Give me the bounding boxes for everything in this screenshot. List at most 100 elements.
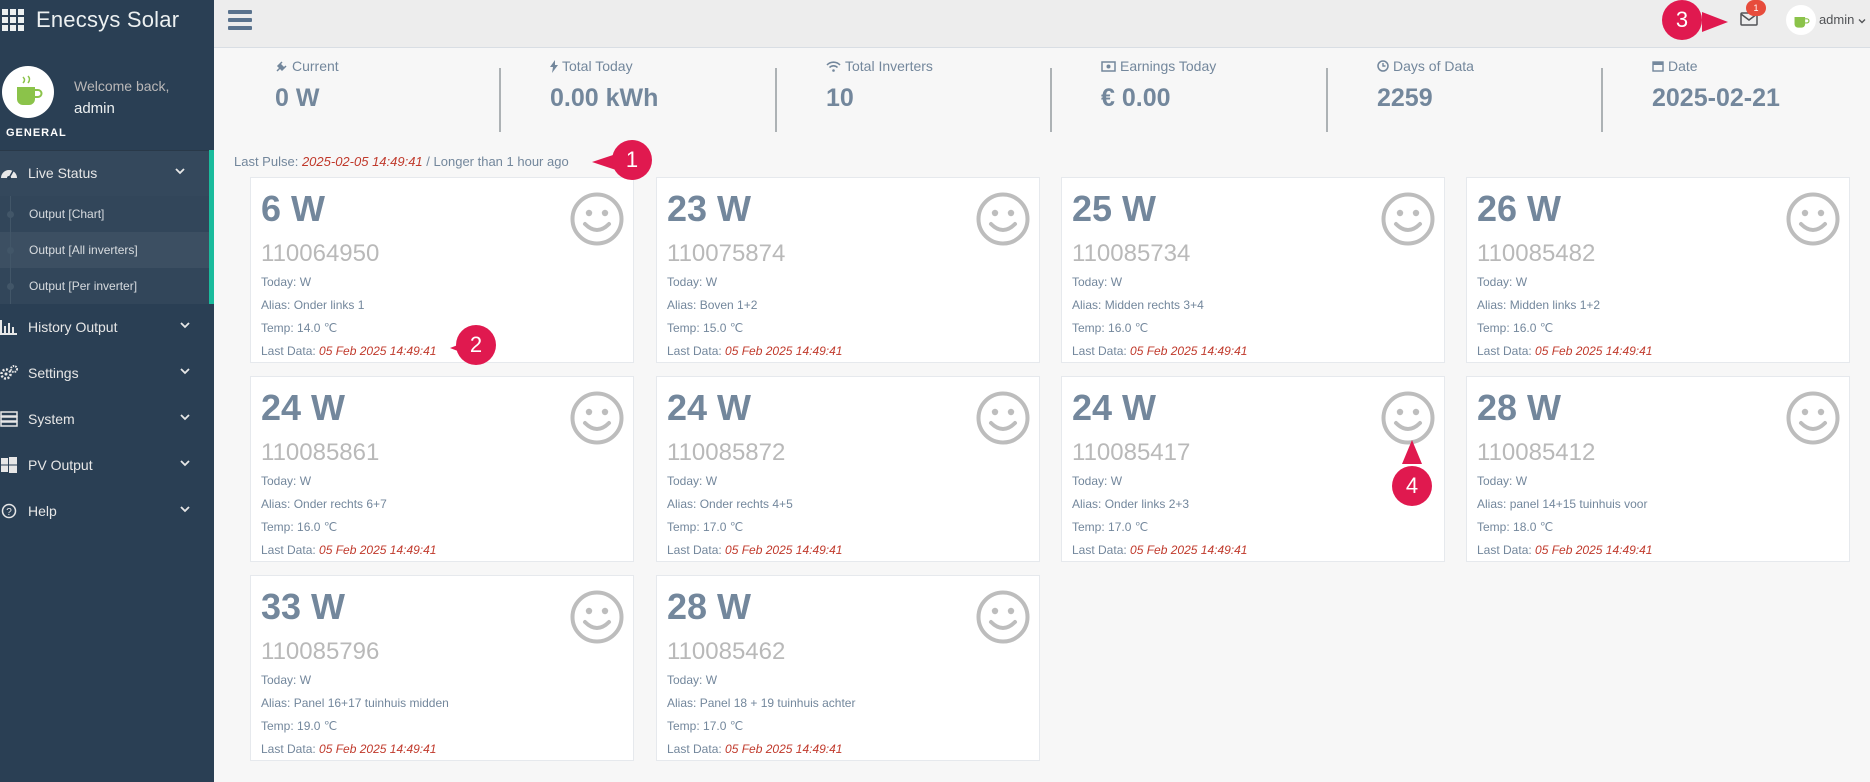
inverter-serial: 110085734 bbox=[1072, 240, 1191, 267]
chevron-down-icon bbox=[180, 322, 190, 329]
alias-value: Midden links 1+2 bbox=[1509, 298, 1601, 312]
inverter-today: Today: W bbox=[667, 275, 718, 289]
inverter-last-data: Last Data: 05 Feb 2025 14:49:41 bbox=[667, 543, 842, 557]
smiley-icon bbox=[570, 590, 624, 644]
stat-value: 10 bbox=[826, 84, 854, 112]
divider bbox=[1326, 68, 1328, 132]
pulse-label: Last Pulse: bbox=[234, 154, 299, 169]
live-status-submenu: Output [Chart] Output [All inverters] Ou… bbox=[0, 196, 214, 304]
temp-label: Temp: bbox=[261, 520, 294, 534]
inverter-today: Today: W bbox=[1477, 474, 1528, 488]
stats-row: Current 0 W Total Today 0.00 kWh Total I… bbox=[214, 48, 1870, 148]
sidebar: Enecsys Solar Welcome back, admin GENERA… bbox=[0, 0, 214, 782]
inverter-power: 28 W bbox=[667, 586, 752, 627]
coffee-cup-icon bbox=[17, 75, 43, 105]
temp-label: Temp: bbox=[1072, 321, 1105, 335]
inverter-alias: Alias: Onder rechts 4+5 bbox=[667, 497, 793, 511]
stat-days-of-data: Days of Data 2259 bbox=[1377, 58, 1627, 113]
chevron-down-icon bbox=[1858, 19, 1866, 24]
chevron-down-icon bbox=[180, 506, 190, 513]
calendar-icon bbox=[1652, 61, 1664, 72]
smiley-icon bbox=[976, 590, 1030, 644]
divider bbox=[775, 68, 777, 132]
inverter-alias: Alias: Boven 1+2 bbox=[667, 298, 757, 312]
callout-marker-1: 1 bbox=[612, 140, 652, 180]
menu-system[interactable]: System bbox=[0, 396, 214, 442]
alias-label: Alias: bbox=[667, 497, 697, 511]
inverter-today: Today: W bbox=[261, 275, 312, 289]
chevron-down-icon bbox=[180, 460, 190, 467]
alias-label: Alias: bbox=[1477, 298, 1507, 312]
temp-label: Temp: bbox=[667, 520, 700, 534]
temp-label: Temp: bbox=[667, 719, 700, 733]
temp-value: 17.0 ℃ bbox=[703, 520, 744, 534]
inverter-serial: 110085482 bbox=[1477, 240, 1596, 267]
inverter-today: Today: W bbox=[261, 474, 312, 488]
alias-value: Panel 18 + 19 tuinhuis achter bbox=[699, 696, 856, 710]
temp-value: 14.0 ℃ bbox=[297, 321, 338, 335]
alias-label: Alias: bbox=[1072, 298, 1102, 312]
pulse-timestamp: 2025-02-05 14:49:41 bbox=[301, 154, 423, 169]
inverter-last-data: Last Data: 05 Feb 2025 14:49:41 bbox=[667, 742, 842, 756]
alias-label: Alias: bbox=[1477, 497, 1507, 511]
inverter-serial: 110085462 bbox=[667, 638, 786, 665]
inverter-last-data: Last Data: 05 Feb 2025 14:49:41 bbox=[261, 344, 436, 358]
pulse-status: / Longer than 1 hour ago bbox=[426, 154, 569, 169]
smiley-icon bbox=[570, 192, 624, 246]
alias-value: Onder links 2+3 bbox=[1104, 497, 1190, 511]
profile: Welcome back, admin GENERAL bbox=[0, 40, 214, 146]
temp-value: 16.0 ℃ bbox=[1108, 321, 1149, 335]
smiley-icon bbox=[1786, 391, 1840, 445]
inverter-temp: Temp: 16.0 ℃ bbox=[261, 520, 337, 534]
inverter-today: Today: W bbox=[261, 673, 312, 687]
submenu-output-chart[interactable]: Output [Chart] bbox=[0, 196, 209, 232]
last-pulse: Last Pulse: 2025-02-05 14:49:41 / Longer… bbox=[234, 154, 569, 169]
temp-label: Temp: bbox=[1477, 321, 1510, 335]
temp-value: 17.0 ℃ bbox=[1108, 520, 1149, 534]
user-avatar[interactable] bbox=[1786, 5, 1816, 35]
alias-value: Onder links 1 bbox=[293, 298, 365, 312]
submenu-output-per-inverter[interactable]: Output [Per inverter] bbox=[0, 268, 209, 304]
chevron-down-icon bbox=[180, 414, 190, 421]
inverter-last-data: Last Data: 05 Feb 2025 14:49:41 bbox=[261, 742, 436, 756]
inverter-card: 25 W 110085734 Today: W Alias: Midden recht… bbox=[1061, 177, 1445, 363]
brand[interactable]: Enecsys Solar bbox=[0, 0, 214, 40]
menu-toggle-icon[interactable] bbox=[228, 9, 252, 31]
inverter-power: 24 W bbox=[261, 387, 346, 428]
user-menu-toggle[interactable]: admin bbox=[1819, 12, 1866, 27]
gears-icon bbox=[0, 364, 18, 382]
inverter-serial: 110085412 bbox=[1477, 439, 1596, 466]
menu-help[interactable]: ? Help bbox=[0, 488, 214, 534]
alias-label: Alias: bbox=[667, 696, 697, 710]
submenu-output-all-inverters[interactable]: Output [All inverters] bbox=[0, 232, 209, 268]
alias-label: Alias: bbox=[1072, 497, 1102, 511]
menu-label: PV Output bbox=[28, 457, 93, 473]
temp-value: 18.0 ℃ bbox=[1513, 520, 1554, 534]
bar-chart-icon bbox=[0, 318, 18, 336]
mail-count-badge: 1 bbox=[1746, 0, 1766, 16]
inverter-card: 6 W 110064950 Today: W Alias: Onder links 1… bbox=[250, 177, 634, 363]
inverter-today: Today: W bbox=[667, 673, 718, 687]
top-navbar: 1 admin bbox=[214, 0, 1870, 48]
temp-label: Temp: bbox=[261, 719, 294, 733]
app-title: Enecsys Solar bbox=[36, 7, 180, 32]
inverter-power: 26 W bbox=[1477, 188, 1562, 229]
temp-label: Temp: bbox=[1072, 520, 1105, 534]
last-data-label: Last Data: bbox=[261, 344, 316, 358]
inverter-alias: Alias: panel 14+15 tuinhuis voor bbox=[1477, 497, 1647, 511]
menu-live-status[interactable]: Live Status bbox=[0, 150, 214, 196]
inverter-temp: Temp: 16.0 ℃ bbox=[1477, 321, 1553, 335]
smiley-icon bbox=[1381, 192, 1435, 246]
smiley-icon bbox=[976, 192, 1030, 246]
menu-settings[interactable]: Settings bbox=[0, 350, 214, 396]
menu-pv-output[interactable]: PV Output bbox=[0, 442, 214, 488]
inverter-alias: Alias: Midden links 1+2 bbox=[1477, 298, 1600, 312]
menu-history-output[interactable]: History Output bbox=[0, 304, 214, 350]
side-menu: Live Status Output [Chart] Output [All i… bbox=[0, 150, 214, 534]
temp-value: 16.0 ℃ bbox=[297, 520, 338, 534]
divider bbox=[499, 68, 501, 132]
inverter-card: 24 W 110085872 Today: W Alias: Onder rechts… bbox=[656, 376, 1040, 562]
stat-current: Current 0 W bbox=[275, 58, 525, 113]
divider bbox=[1601, 68, 1603, 132]
menu-section-title: GENERAL bbox=[6, 127, 67, 139]
